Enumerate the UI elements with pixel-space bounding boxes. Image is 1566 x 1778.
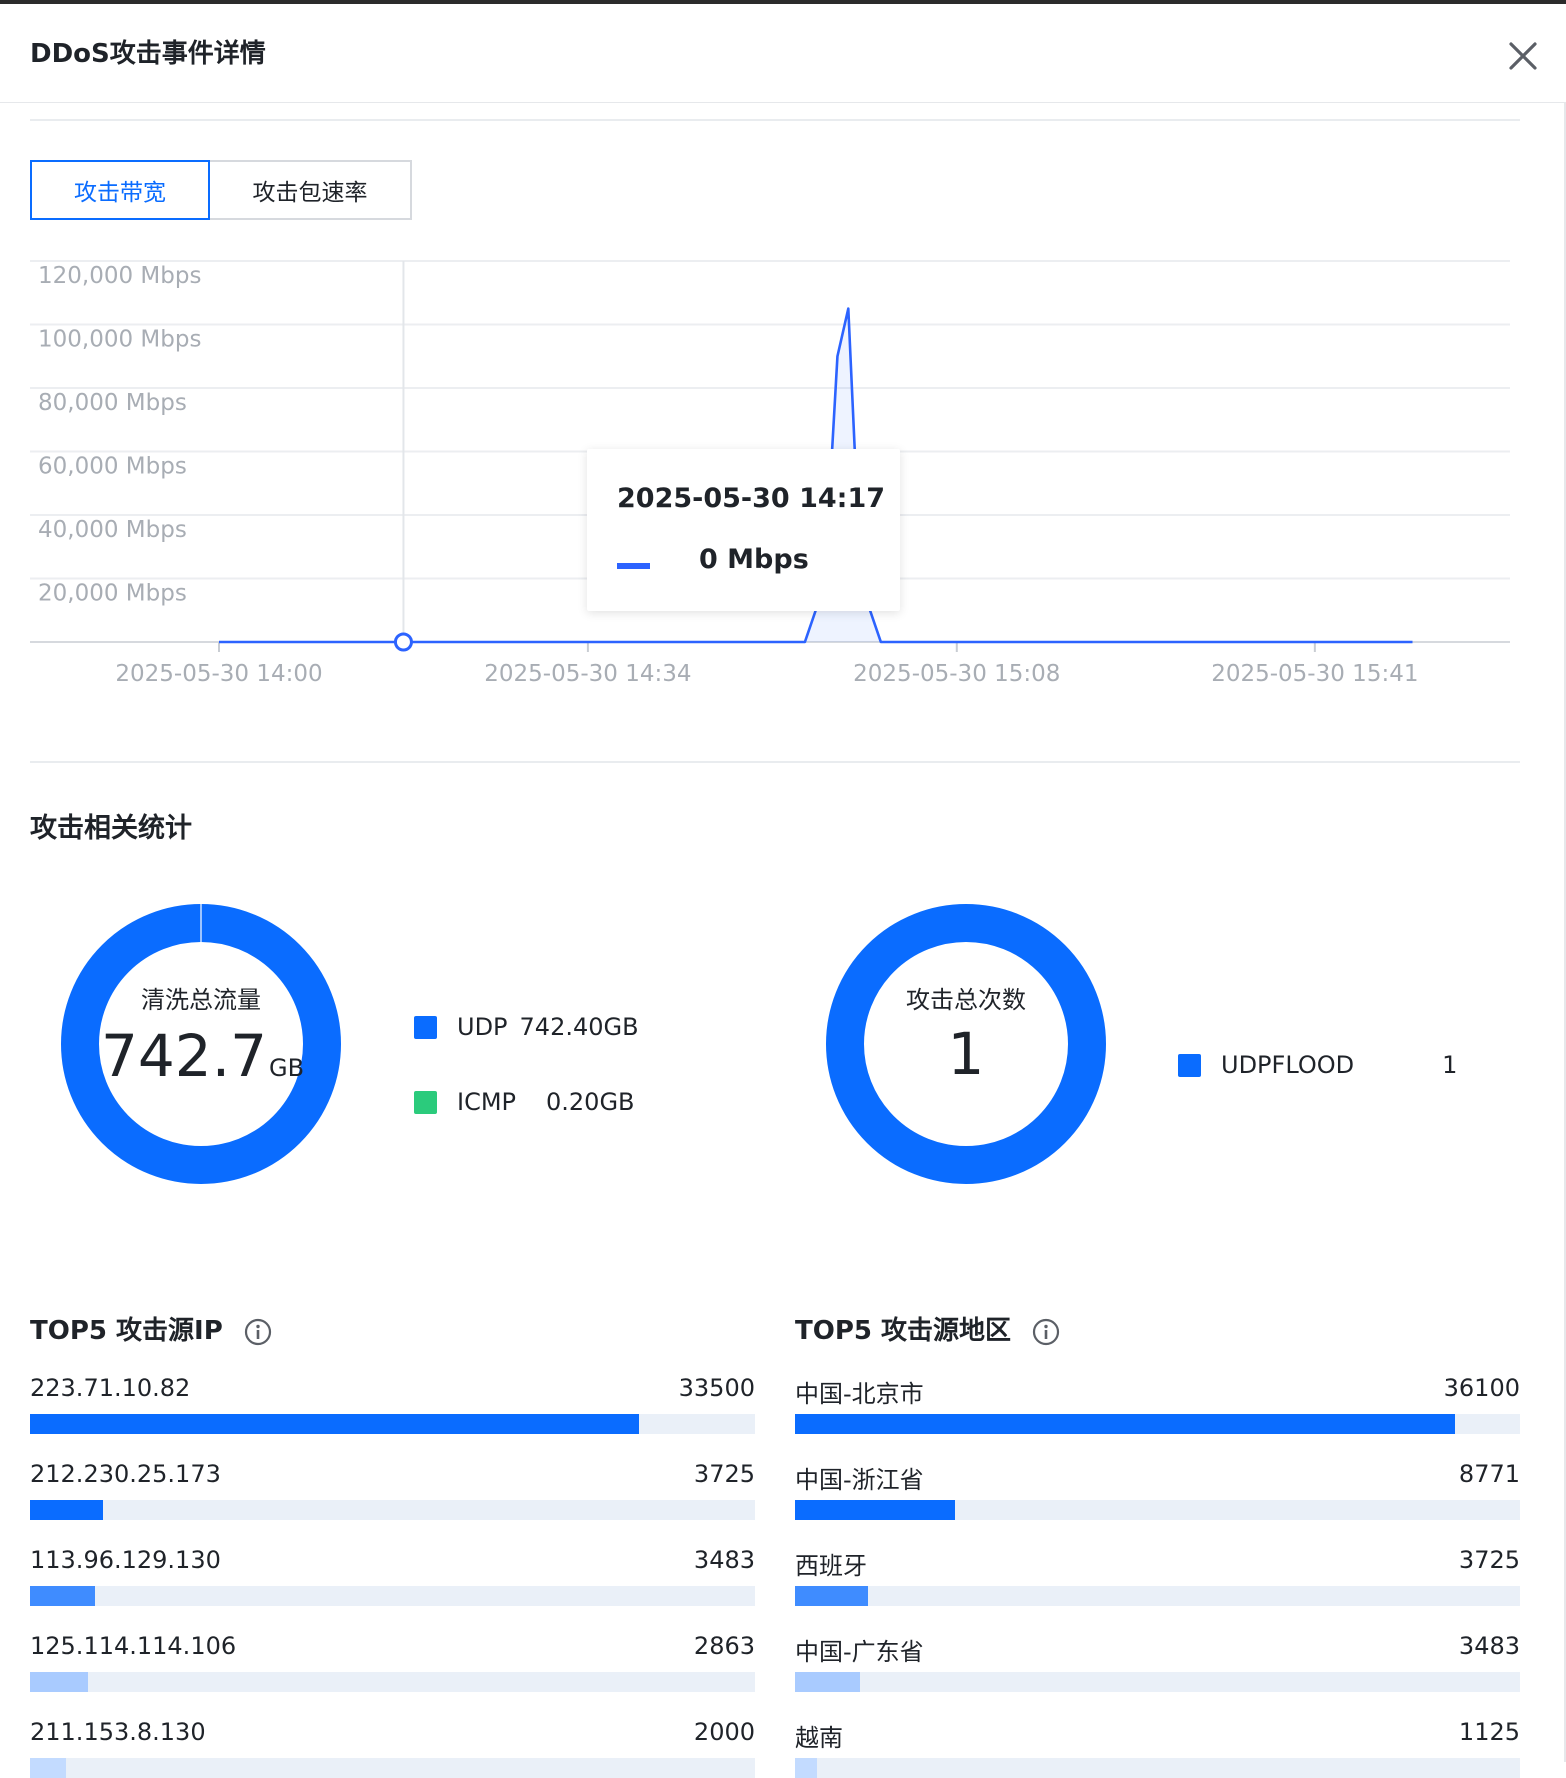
top-region-count: 3725: [1458, 1546, 1520, 1574]
divider: [30, 761, 1520, 763]
top-region-label: 西班牙: [795, 1552, 867, 1580]
top-region-label: 越南: [795, 1724, 843, 1752]
top-region-label: 中国-北京市: [795, 1380, 924, 1408]
top-ip-count: 3725: [693, 1460, 755, 1488]
y-tick-label: 80,000 Mbps: [38, 390, 187, 416]
top-region-title-row: TOP5 攻击源地区: [795, 1310, 1060, 1347]
top-region-bar-track: [795, 1586, 1520, 1606]
legend-icmp-name: ICMP: [457, 1088, 517, 1116]
chart-tooltip: 2025-05-30 14:17 0 Mbps: [587, 449, 900, 611]
bandwidth-line-chart: 120,000 Mbps 100,000 Mbps 80,000 Mbps 60,00…: [30, 260, 1510, 687]
top-ip-label: 113.96.129.130: [30, 1546, 221, 1574]
top-ip-bar-fill: [30, 1414, 639, 1434]
top-region-label: 中国-广东省: [795, 1638, 924, 1666]
legend-udpflood: UDPFLOOD 1: [1178, 1051, 1457, 1079]
top-ip-title: TOP5 攻击源IP: [30, 1316, 223, 1346]
top-region-bar-fill: [795, 1586, 868, 1606]
top-ip-bar-fill: [30, 1758, 67, 1778]
count-donut-label: 攻击总次数: [906, 986, 1026, 1014]
top-ip-bar-track: [30, 1500, 755, 1520]
top-ip-bar-fill: [30, 1586, 96, 1606]
legend-udp: UDP 742.40GB: [414, 1013, 639, 1041]
tooltip-value: 0 Mbps: [699, 544, 809, 575]
top-ip-label: 223.71.10.82: [30, 1374, 191, 1402]
top-region-label: 中国-浙江省: [795, 1466, 924, 1494]
top-region-bar-track: [795, 1500, 1520, 1520]
top-ip-bar-track: [30, 1758, 755, 1778]
tooltip-time: 2025-05-30 14:17: [617, 483, 886, 514]
top-region-bar-track: [795, 1672, 1520, 1692]
top-region-count: 8771: [1458, 1460, 1520, 1488]
x-tick-label: 2025-05-30 14:00: [115, 661, 322, 687]
legend-udp-name: UDP: [457, 1013, 508, 1041]
top-ip-label: 212.230.25.173: [30, 1460, 221, 1488]
legend-swatch: [414, 1090, 437, 1114]
top-region-bar-fill: [795, 1414, 1455, 1434]
legend-udpflood-name: UDPFLOOD: [1221, 1051, 1355, 1079]
top-region-count: 3483: [1458, 1632, 1520, 1660]
legend-swatch: [1178, 1053, 1201, 1077]
legend-udpflood-value: 1: [1442, 1051, 1458, 1079]
top-ip-bar-track: [30, 1672, 755, 1692]
legend-icmp: ICMP 0.20GB: [414, 1088, 635, 1116]
y-tick-label: 100,000 Mbps: [38, 327, 201, 353]
top-ip-count: 33500: [678, 1374, 755, 1402]
top-ip-bar-fill: [30, 1672, 88, 1692]
legend-swatch: [414, 1015, 437, 1039]
x-tick-label: 2025-05-30 15:08: [853, 661, 1060, 687]
count-donut-value: 1: [947, 1020, 985, 1088]
top-region-bar-track: [795, 1414, 1520, 1434]
top-ip-label: 211.153.8.130: [30, 1718, 206, 1746]
legend-icmp-value: 0.20GB: [546, 1088, 635, 1116]
y-tick-label: 120,000 Mbps: [38, 263, 201, 289]
info-icon[interactable]: [244, 1318, 272, 1346]
top-ip-title-row: TOP5 攻击源IP: [30, 1310, 272, 1347]
top-region-bar-fill: [795, 1500, 955, 1520]
traffic-total-unit: GB: [269, 1054, 305, 1082]
tooltip-series-swatch: [617, 563, 650, 569]
top-region-count: 36100: [1443, 1374, 1520, 1402]
traffic-donut-value: 742.7GB: [101, 1022, 305, 1090]
stats-section-title: 攻击相关统计: [30, 813, 192, 844]
y-tick-label: 20,000 Mbps: [38, 581, 187, 607]
y-tick-label: 40,000 Mbps: [38, 517, 187, 543]
top-ip-count: 2863: [693, 1632, 755, 1660]
legend-udp-value: 742.40GB: [519, 1013, 639, 1041]
traffic-donut-label: 清洗总流量: [141, 986, 261, 1014]
top-region-bar-fill: [795, 1758, 817, 1778]
y-tick-label: 60,000 Mbps: [38, 454, 187, 480]
info-icon[interactable]: [1032, 1318, 1060, 1346]
top-ip-count: 3483: [693, 1546, 755, 1574]
top-region-count: 1125: [1458, 1718, 1520, 1746]
top-ip-bar-track: [30, 1414, 755, 1434]
top-region-title: TOP5 攻击源地区: [795, 1316, 1012, 1346]
traffic-total-value: 742.7: [101, 1022, 268, 1090]
top-ip-bar-track: [30, 1586, 755, 1606]
top-region-bar-fill: [795, 1672, 861, 1692]
hover-point: [393, 632, 413, 652]
top-ip-bar-fill: [30, 1500, 103, 1520]
top-ip-count: 2000: [693, 1718, 755, 1746]
x-tick-label: 2025-05-30 14:34: [484, 661, 691, 687]
top-ip-label: 125.114.114.106: [30, 1632, 237, 1660]
x-tick-label: 2025-05-30 15:41: [1211, 661, 1418, 687]
top-region-bar-track: [795, 1758, 1520, 1778]
